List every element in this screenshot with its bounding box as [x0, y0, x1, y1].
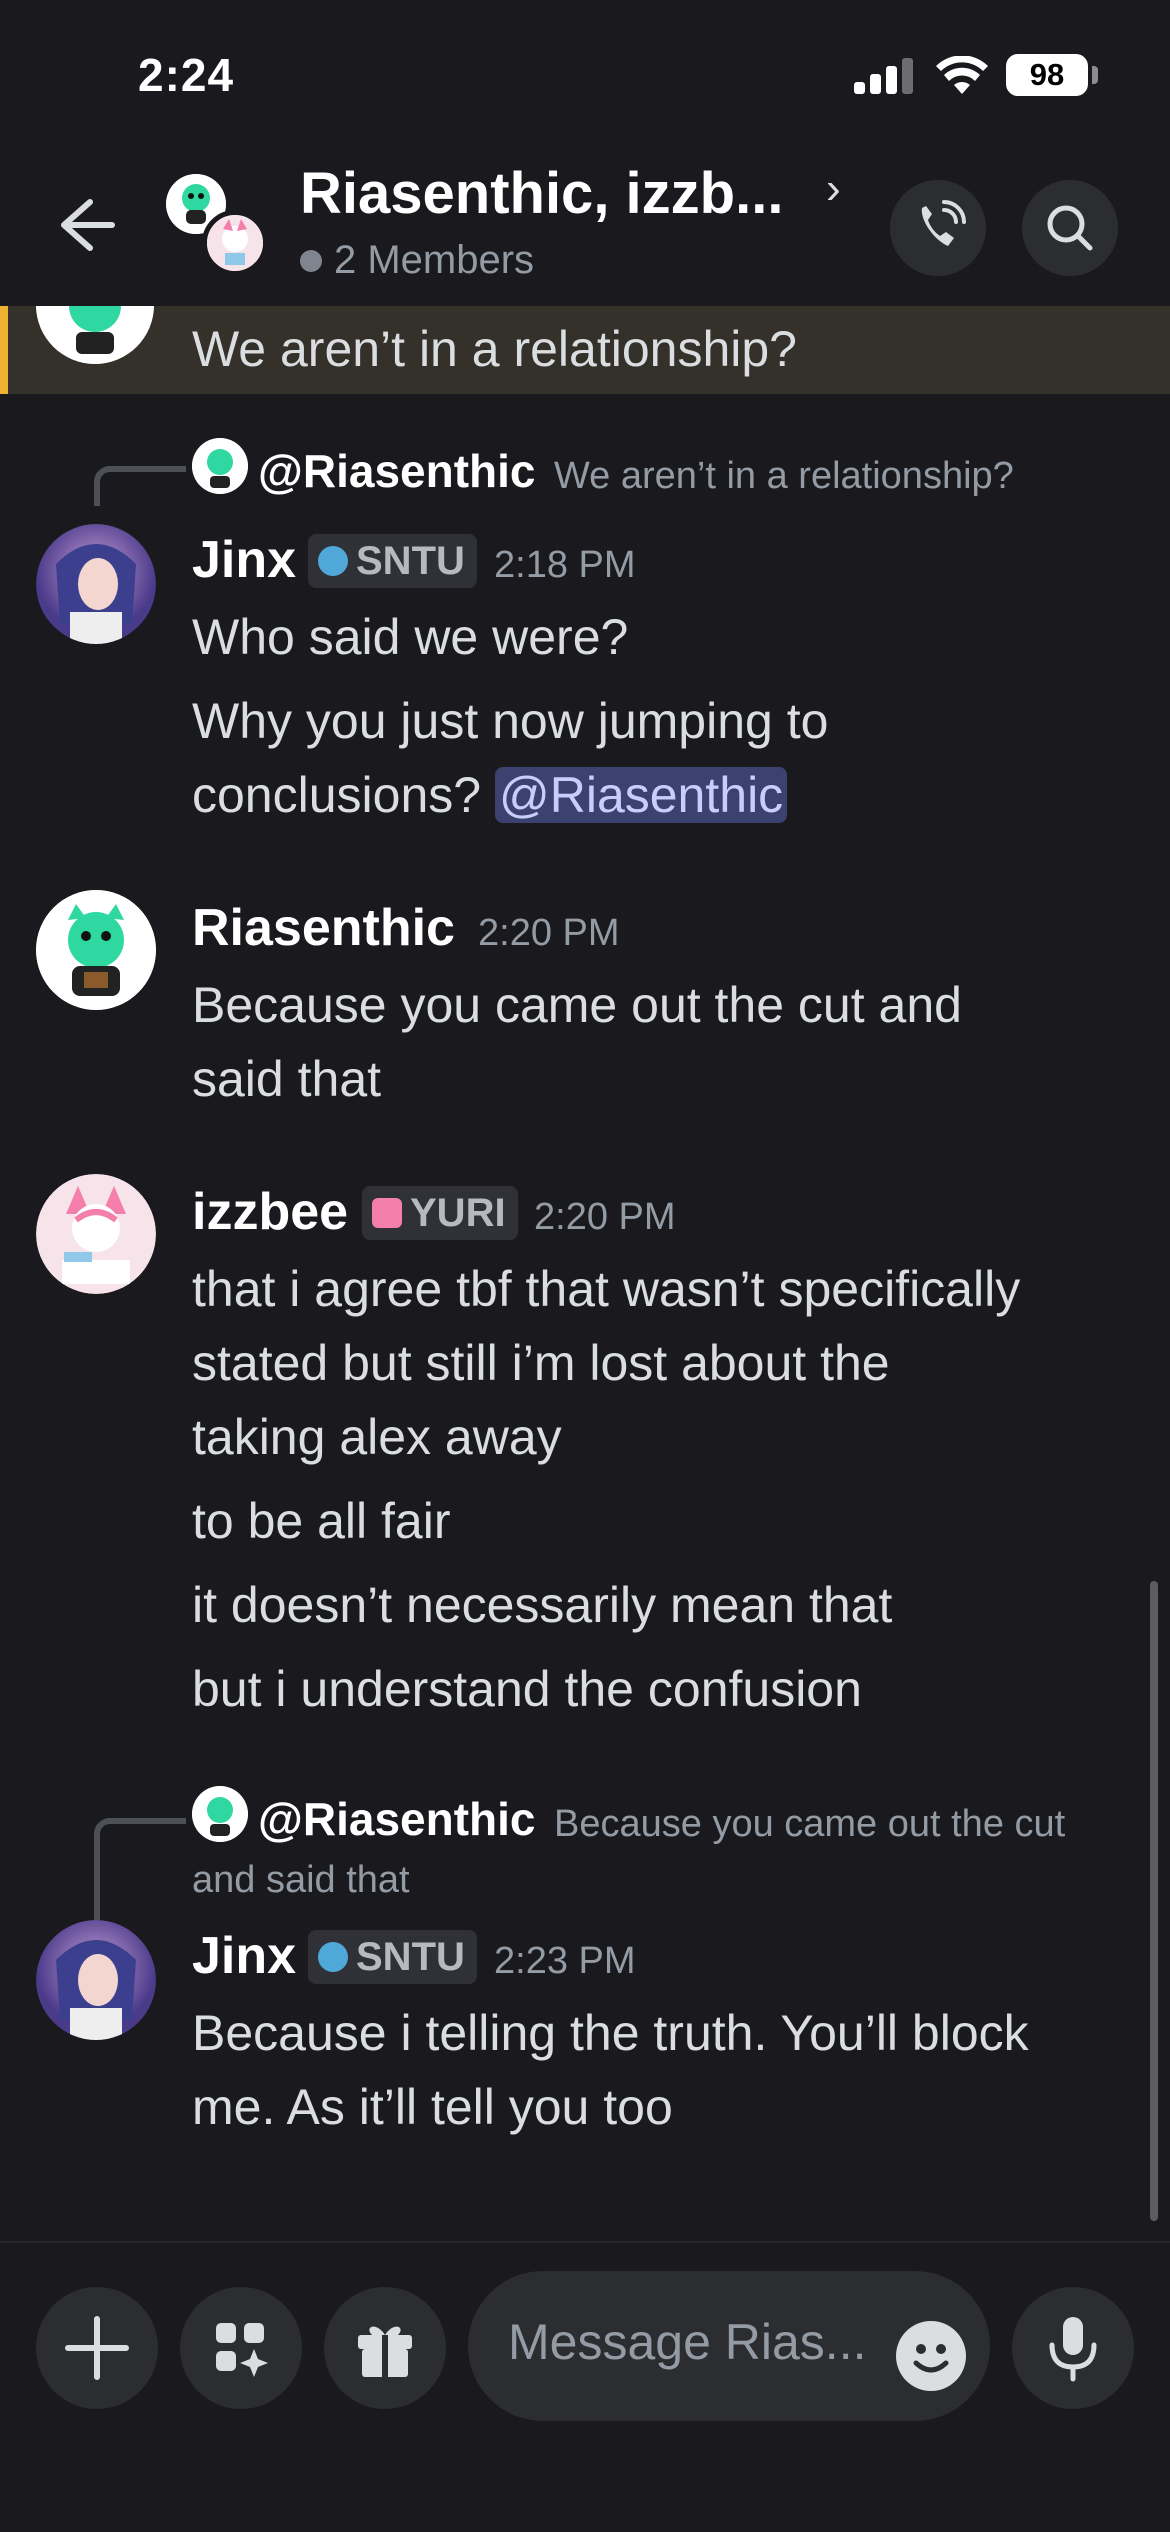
member-count: 2 Members — [300, 238, 534, 283]
message-text: Why you just now jumping to — [192, 693, 829, 749]
role-tag[interactable]: SNTU — [308, 1930, 477, 1984]
message-timestamp: 2:18 PM — [494, 544, 636, 586]
role-tag-label: SNTU — [356, 538, 465, 583]
chevron-right-icon[interactable]: › — [826, 164, 841, 214]
reply-snippet[interactable]: and said that — [192, 1852, 410, 1908]
message-input-placeholder: Message Rias... — [508, 2314, 867, 2370]
message-composer: Message Rias... — [0, 2241, 1170, 2532]
apps-sparkle-icon — [216, 2323, 268, 2377]
reply-connector — [94, 1818, 186, 1920]
message-text: said that — [192, 1051, 382, 1107]
message-username[interactable]: Jinx — [192, 1926, 296, 1986]
message-text: me. As it’ll tell you too — [192, 2079, 673, 2135]
message-text: that i agree tbf that wasn’t specificall… — [192, 1261, 1021, 1317]
jinx-avatar[interactable] — [36, 524, 156, 644]
jinx-avatar[interactable] — [36, 1920, 156, 2040]
wifi-icon — [936, 56, 988, 94]
status-bar: 2:24 98 — [0, 0, 1170, 150]
heart-icon — [372, 1198, 402, 1228]
message-text: Because you came out the cut and — [192, 977, 962, 1033]
microphone-icon — [1049, 2317, 1097, 2382]
message-timestamp: 2:20 PM — [534, 1196, 676, 1238]
role-tag-label: YURI — [410, 1190, 506, 1235]
phone-icon — [921, 200, 966, 246]
reply-connector — [94, 466, 186, 506]
message-text: to be all fair — [192, 1493, 451, 1549]
message-text-with-mention: conclusions? @Riasenthic — [192, 758, 788, 832]
call-button[interactable] — [890, 180, 986, 276]
plus-icon — [65, 2316, 129, 2380]
message-timestamp: 2:20 PM — [478, 912, 620, 954]
riasenthic-avatar[interactable] — [36, 890, 156, 1010]
message-timestamp: 2:23 PM — [494, 1940, 636, 1982]
reply-avatar — [192, 1786, 248, 1842]
add-attachment-button[interactable] — [36, 2287, 158, 2409]
voice-message-button[interactable] — [1012, 2287, 1134, 2409]
moon-icon — [318, 1942, 348, 1972]
moon-icon — [318, 546, 348, 576]
reply-snippet[interactable]: Because you came out the cut — [554, 1796, 1065, 1852]
message-text: but i understand the confusion — [192, 1661, 862, 1717]
search-button[interactable] — [1022, 180, 1118, 276]
battery-level: 98 — [1006, 54, 1088, 96]
message-username[interactable]: Riasenthic — [192, 898, 455, 958]
status-dot-icon — [300, 249, 322, 272]
channel-title[interactable]: Riasenthic, izzb... — [300, 160, 783, 227]
role-tag[interactable]: SNTU — [308, 534, 477, 588]
izzbee-avatar[interactable] — [36, 1174, 156, 1294]
cellular-signal-icon — [854, 58, 914, 94]
search-icon — [1047, 205, 1093, 251]
message-username[interactable]: Jinx — [192, 530, 296, 590]
role-tag-label: SNTU — [356, 1934, 465, 1979]
group-avatar[interactable] — [166, 174, 276, 284]
user-mention[interactable]: @Riasenthic — [494, 767, 788, 823]
message-username[interactable]: izzbee — [192, 1182, 348, 1242]
reply-snippet[interactable]: We aren’t in a relationship? — [554, 448, 1014, 504]
message-text: We aren’t in a relationship? — [192, 321, 797, 377]
member-count-label: 2 Members — [334, 238, 535, 282]
channel-header: Riasenthic, izzb... › 2 Members — [0, 150, 1170, 306]
battery-tip — [1092, 66, 1098, 84]
message-text: conclusions? — [192, 767, 482, 823]
reply-avatar — [192, 438, 248, 494]
back-arrow-icon[interactable] — [50, 190, 120, 260]
message-text: stated but still i’m lost about the — [192, 1335, 890, 1391]
apps-button[interactable] — [180, 2287, 302, 2409]
status-time: 2:24 — [138, 49, 235, 101]
reply-username[interactable]: @Riasenthic — [258, 1792, 535, 1846]
message-text: it doesn’t necessarily mean that — [192, 1577, 893, 1633]
scrollbar[interactable] — [1150, 1581, 1158, 2221]
message-list[interactable]: We aren’t in a relationship? @Riasenthic… — [0, 306, 1170, 2241]
gift-icon — [358, 2326, 412, 2377]
message-text: taking alex away — [192, 1409, 562, 1465]
emoji-button[interactable] — [896, 2321, 966, 2391]
gift-button[interactable] — [324, 2287, 446, 2409]
role-tag[interactable]: YURI — [362, 1186, 518, 1240]
izzbee-mini-avatar — [202, 210, 268, 276]
message-text: Because i telling the truth. You’ll bloc… — [192, 2005, 1029, 2061]
smiley-icon — [913, 2344, 949, 2373]
message-text: Who said we were? — [192, 609, 629, 665]
reply-username[interactable]: @Riasenthic — [258, 444, 535, 498]
